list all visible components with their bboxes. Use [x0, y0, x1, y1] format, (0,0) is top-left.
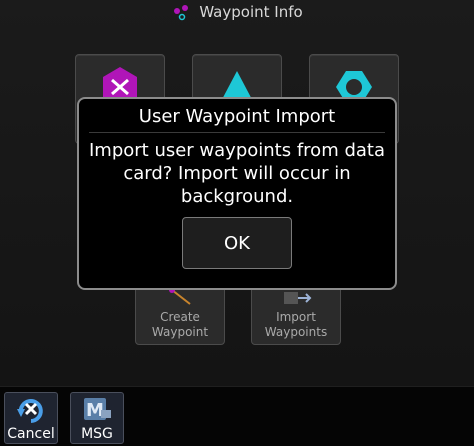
cancel-icon: [17, 399, 43, 423]
msg-button[interactable]: M MSG: [70, 392, 124, 444]
waypoint-info-icon: [174, 5, 189, 21]
import-waypoints-label: Import Waypoints: [264, 310, 328, 339]
cancel-label: Cancel: [7, 426, 55, 442]
page-title: Waypoint Info: [199, 3, 303, 21]
main-screen: Waypoint Info Create Waypoint Import Way…: [0, 0, 474, 386]
page-header: Waypoint Info: [0, 0, 474, 24]
dialog-title: User Waypoint Import: [138, 106, 336, 127]
cancel-button[interactable]: Cancel: [4, 392, 58, 444]
dialog-divider: [89, 132, 385, 133]
softkey-bar: Cancel M MSG: [0, 386, 474, 446]
msg-icon: M: [84, 398, 111, 421]
ok-button[interactable]: OK: [182, 217, 292, 269]
dialog-message: Import user waypoints from data card? Im…: [88, 140, 385, 207]
create-waypoint-label: Create Waypoint: [151, 310, 209, 339]
user-waypoint-import-dialog: User Waypoint Import Import user waypoin…: [77, 97, 397, 290]
msg-label: MSG: [81, 426, 113, 442]
